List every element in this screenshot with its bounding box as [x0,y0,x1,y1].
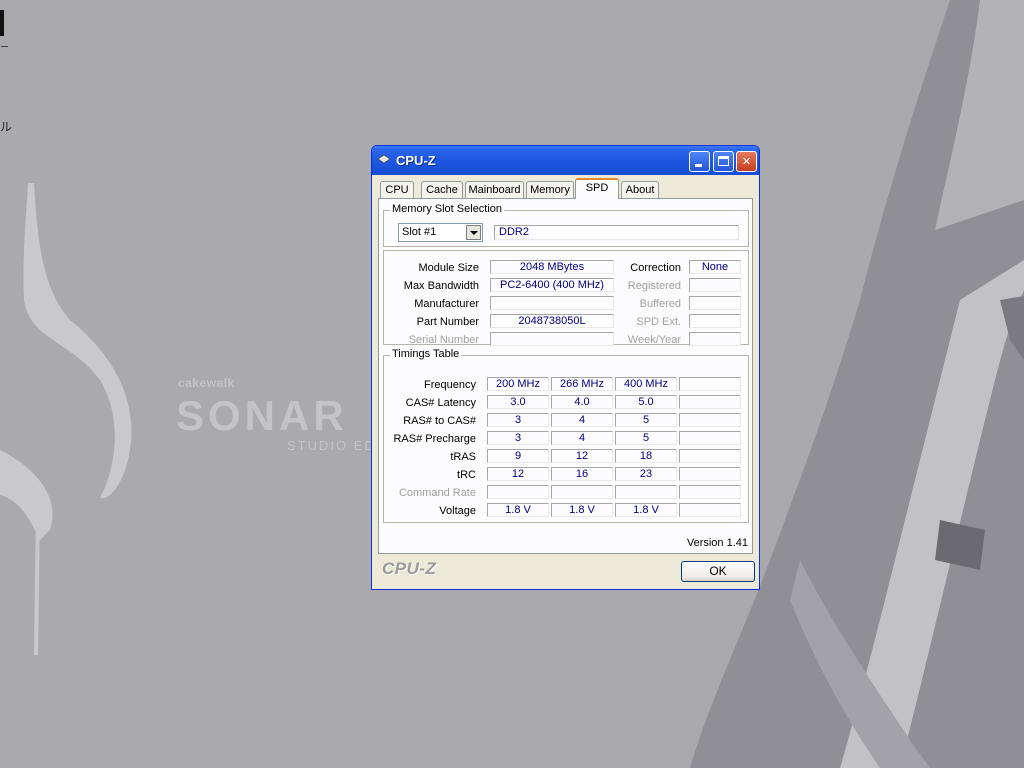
serial-number-label: Serial Number [408,334,479,346]
spd-ext-value [689,314,741,328]
module-size-label: Module Size [418,262,479,274]
manufacturer-value [490,296,614,310]
max-bandwidth-label: Max Bandwidth [403,280,479,292]
slot-select-value: Slot #1 [402,226,437,238]
title-bar[interactable]: CPU-Z ✕ [372,146,759,175]
timing-cell: 12 [551,449,613,463]
close-icon: ✕ [741,155,752,168]
week-year-label: Week/Year [627,334,681,346]
timing-cell [615,485,677,499]
timing-row-label: tRC [457,469,476,481]
desktop-text-fragment: ル [0,120,13,134]
timing-cell [679,413,741,427]
timing-row-label: RAS# Precharge [393,433,476,445]
timing-cell [551,485,613,499]
timing-cell: 4 [551,431,613,445]
serial-number-value [490,332,614,346]
timing-cell [679,503,741,517]
minimize-button[interactable] [689,151,710,172]
correction-label: Correction [630,262,681,274]
timing-cell: 1.8 V [615,503,677,517]
timing-cell [679,449,741,463]
timing-cell [679,431,741,445]
timing-cell: 3 [487,431,549,445]
manufacturer-label: Manufacturer [414,298,479,310]
tab-about[interactable]: About [621,181,659,199]
timing-cell: 16 [551,467,613,481]
version-label: Version 1.41 [686,537,748,549]
timing-cell: 3.0 [487,395,549,409]
maximize-button[interactable] [713,151,734,172]
timing-cell: 1.8 V [487,503,549,517]
sonar-edition: STUDIO ED [287,438,376,453]
timing-cell: 200 MHz [487,377,549,391]
timing-cell: 266 MHz [551,377,613,391]
slot-select[interactable]: Slot #1 [398,223,483,242]
week-year-value [689,332,741,346]
tab-cpu[interactable]: CPU [380,181,414,199]
minimize-icon [695,164,702,167]
timing-cell [679,485,741,499]
module-size-value: 2048 MBytes [490,260,614,274]
timing-row-label: Voltage [439,505,476,517]
timing-cell: 400 MHz [615,377,677,391]
cpuz-app-icon [378,154,390,164]
window-title: CPU-Z [396,153,436,168]
buffered-value [689,296,741,310]
timing-cell: 12 [487,467,549,481]
part-number-label: Part Number [416,316,479,328]
registered-value [689,278,741,292]
timing-cell [487,485,549,499]
timing-cell: 5.0 [615,395,677,409]
timing-cell: 4.0 [551,395,613,409]
timing-row-label: tRAS [450,451,476,463]
registered-label: Registered [627,280,681,292]
timing-row-label: Frequency [424,379,476,391]
timing-cell: 3 [487,413,549,427]
memory-type-field: DDR2 [494,225,739,240]
timing-cell: 5 [615,431,677,445]
timing-row-label: Command Rate [398,487,476,499]
timing-row-label: CAS# Latency [405,397,476,409]
cpuz-window: CPU-Z ✕ CPU Cache Mainboard Memory SPD A… [371,145,760,590]
correction-value: None [689,260,741,274]
tab-cache[interactable]: Cache [421,181,463,199]
timing-cell [679,395,741,409]
timing-row-label: RAS# to CAS# [403,415,476,427]
cpuz-logo: CPU-Z [382,559,437,578]
timing-cell: 4 [551,413,613,427]
tab-mainboard[interactable]: Mainboard [465,181,524,199]
timing-cell: 5 [615,413,677,427]
buffered-label: Buffered [639,298,681,310]
sonar-logo-text: SONAR [176,392,348,439]
maximize-icon [718,156,729,166]
max-bandwidth-value: PC2-6400 (400 MHz) [490,278,614,292]
desktop-text-fragment: ー [0,43,10,53]
part-number-value: 2048738050L [490,314,614,328]
timing-cell: 9 [487,449,549,463]
timing-cell: 18 [615,449,677,463]
timing-cell: 23 [615,467,677,481]
desktop-icon-fragment [0,10,4,36]
ok-button[interactable]: OK [681,561,755,582]
sonar-brand: cakewalk [178,376,235,390]
memory-slot-group-label: Memory Slot Selection [390,203,505,215]
tab-memory[interactable]: Memory [526,181,574,199]
chevron-down-icon[interactable] [466,225,481,240]
timing-cell: 1.8 V [551,503,613,517]
tab-spd[interactable]: SPD [575,178,619,199]
timing-cell [679,467,741,481]
spd-ext-label: SPD Ext. [636,316,681,328]
spd-panel: Memory Slot Selection Slot #1 DDR2 Modul… [378,198,753,554]
close-button[interactable]: ✕ [736,151,757,172]
timings-table-label: Timings Table [390,348,462,360]
timing-cell [679,377,741,391]
